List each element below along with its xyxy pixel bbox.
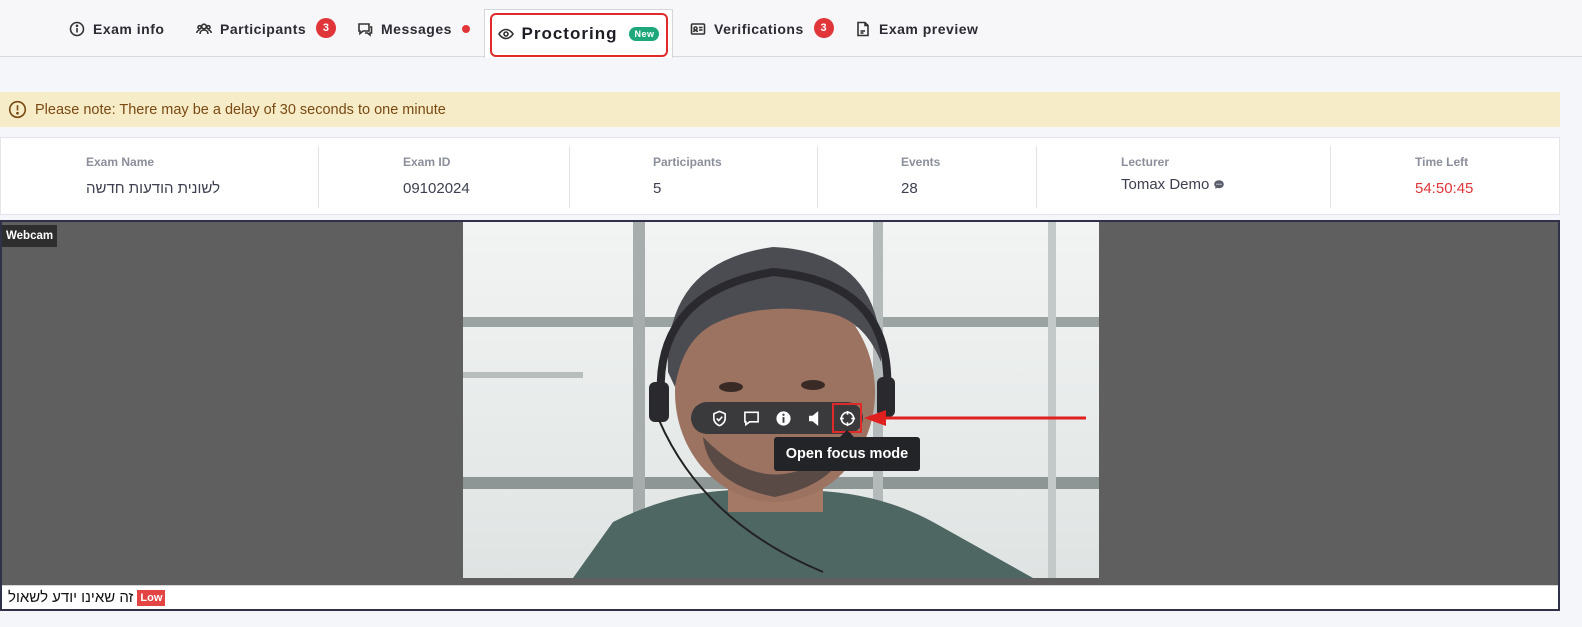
users-icon [196, 22, 212, 34]
chat-icon [358, 22, 373, 37]
tab-exam-preview[interactable]: Exam preview [855, 0, 978, 57]
tab-proctoring[interactable]: Proctoring New [484, 9, 673, 58]
focus-mode-tooltip: Open focus mode [774, 430, 920, 471]
notice-text: Please note: There may be a delay of 30 … [35, 101, 446, 118]
webcam-panel: Webcam Open focus mode זה שאינו יודע לשא… [0, 220, 1560, 611]
flag-button[interactable] [703, 404, 735, 432]
tab-label: Exam info [93, 20, 165, 37]
webcam-controls [691, 402, 863, 434]
tab-label: Exam preview [879, 20, 979, 37]
webcam-tag: Webcam [2, 225, 58, 247]
chat-icon [743, 411, 759, 426]
divider [817, 146, 818, 208]
tab-label: Participants [220, 20, 307, 37]
unread-dot [461, 24, 470, 33]
tab-participants[interactable]: Participants 3 [196, 0, 337, 57]
verifications-count-badge: 3 [813, 17, 834, 38]
tab-label: Verifications [714, 20, 804, 37]
exam-id-label: Exam ID [403, 155, 451, 169]
highlight-box [490, 13, 668, 57]
divider [318, 146, 319, 208]
lecturer-name: Tomax Demo [1121, 176, 1210, 193]
divider [569, 146, 570, 208]
info-icon [69, 21, 85, 36]
tab-messages[interactable]: Messages [357, 0, 470, 57]
time-left-label: Time Left [1415, 155, 1469, 169]
time-left-value: 54:50:45 [1415, 180, 1474, 197]
exam-name-value: לשונית הודעות חדשה [86, 180, 221, 197]
exam-name-label: Exam Name [86, 155, 155, 169]
delay-notice: Please note: There may be a delay of 30 … [0, 92, 1560, 127]
tab-exam-info[interactable]: Exam info [69, 0, 164, 57]
chat-bubble-icon[interactable] [1213, 179, 1225, 191]
speaker-icon [808, 410, 818, 426]
info-icon [8, 100, 27, 119]
participant-video-frame [463, 222, 1099, 578]
webcam-video[interactable] [463, 222, 1099, 578]
lecturer-value: Tomax Demo [1121, 176, 1225, 193]
message-button[interactable] [735, 404, 767, 432]
tab-bar: Exam info Participants 3 Messages Procto… [0, 0, 1582, 58]
events-value: 28 [901, 180, 918, 197]
lecturer-label: Lecturer [1121, 155, 1170, 169]
exam-summary: Exam Name לשונית הודעות חדשה Exam ID 091… [0, 137, 1560, 215]
participants-count-badge: 3 [316, 17, 337, 38]
divider [1330, 146, 1331, 208]
tab-verifications[interactable]: Verifications 3 [690, 0, 834, 57]
severity-badge: Low [137, 589, 166, 606]
participants-label: Participants [653, 155, 722, 169]
divider [1036, 146, 1037, 208]
exam-id-value: 09102024 [403, 180, 470, 197]
info-icon [775, 410, 791, 426]
tab-label: Messages [381, 20, 452, 37]
shield-check-icon [712, 410, 726, 426]
info-button[interactable] [767, 404, 799, 432]
events-label: Events [901, 155, 941, 169]
focus-mode-button[interactable] [831, 403, 863, 433]
participants-value: 5 [653, 180, 662, 197]
event-caption: זה שאינו יודע לשאול [8, 589, 134, 606]
annotation-arrow [864, 410, 1086, 426]
id-card-icon [690, 22, 706, 35]
highlight-box [832, 403, 862, 433]
event-caption-bar: זה שאינו יודע לשאול Low [2, 585, 1558, 609]
audio-button[interactable] [799, 404, 831, 432]
document-icon [857, 21, 869, 36]
